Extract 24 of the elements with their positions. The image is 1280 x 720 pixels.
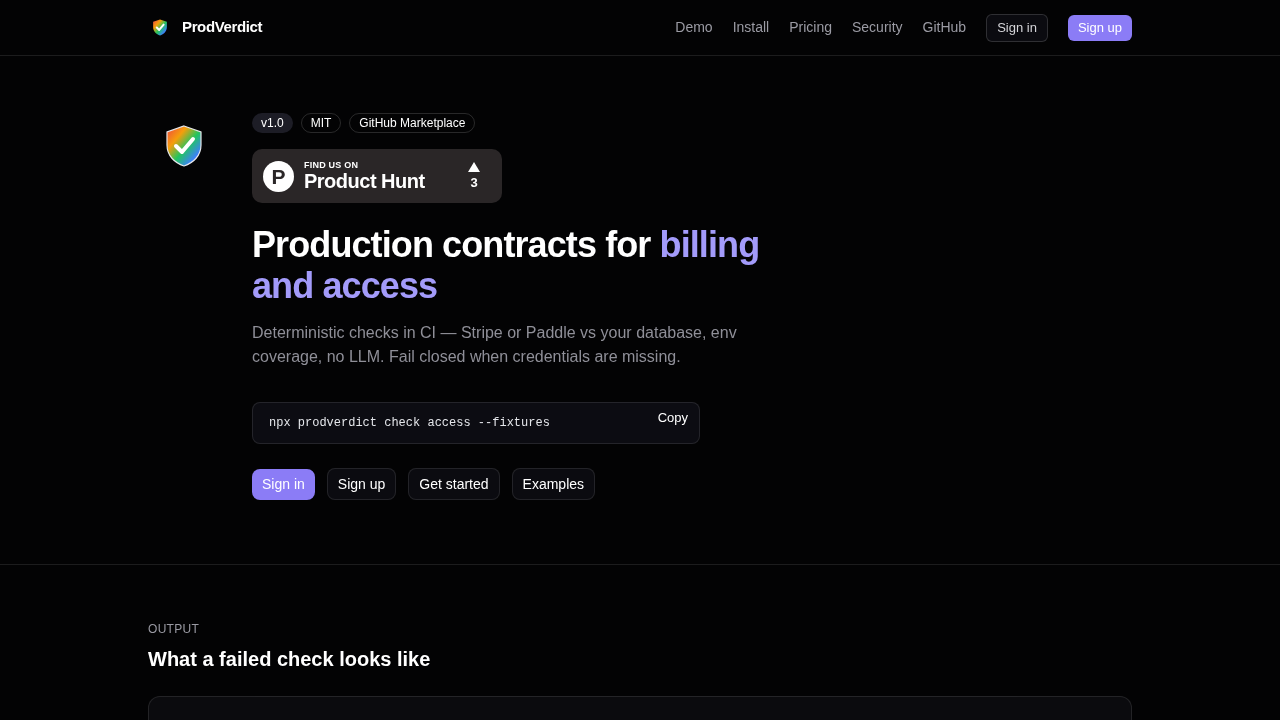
command-text: npx prodverdict check access --fixtures (269, 415, 550, 432)
nav-link[interactable]: Security (852, 17, 903, 38)
section-heading: What a failed check looks like (148, 647, 432, 672)
brand-name[interactable]: ProdVerdict (182, 16, 263, 39)
action-button[interactable]: Get started (408, 468, 500, 500)
nav-link[interactable]: Install (732, 17, 770, 38)
copy-button[interactable]: Copy (657, 410, 688, 426)
nav-link[interactable]: Pricing (789, 17, 832, 38)
badge-kicker: FIND US ON (304, 159, 360, 170)
upvote-count: 3 (470, 176, 478, 190)
hero-description: Deterministic checks in CI — Stripe or Paddle vs your database, env coverage, no LLM. Fail closed when credentials are missing. (252, 323, 738, 367)
section-eyebrow: OUTPUT (148, 621, 201, 637)
shield-check-icon (165, 125, 203, 167)
action-button[interactable]: Sign up (326, 468, 397, 500)
nav-link[interactable]: GitHub (922, 17, 967, 38)
badge-title: Product Hunt (304, 169, 425, 193)
sign-in-button[interactable]: Sign in (986, 13, 1048, 42)
action-button[interactable]: Examples (511, 468, 596, 500)
shield-logo-icon[interactable] (152, 19, 168, 36)
tag-pill: v1.0 (252, 113, 293, 133)
hero-heading: Production contracts for billing and access (252, 224, 761, 306)
nav-link[interactable]: Demo (675, 17, 713, 38)
triangle-icon (468, 162, 480, 172)
product-hunt-logo: P (263, 160, 294, 192)
